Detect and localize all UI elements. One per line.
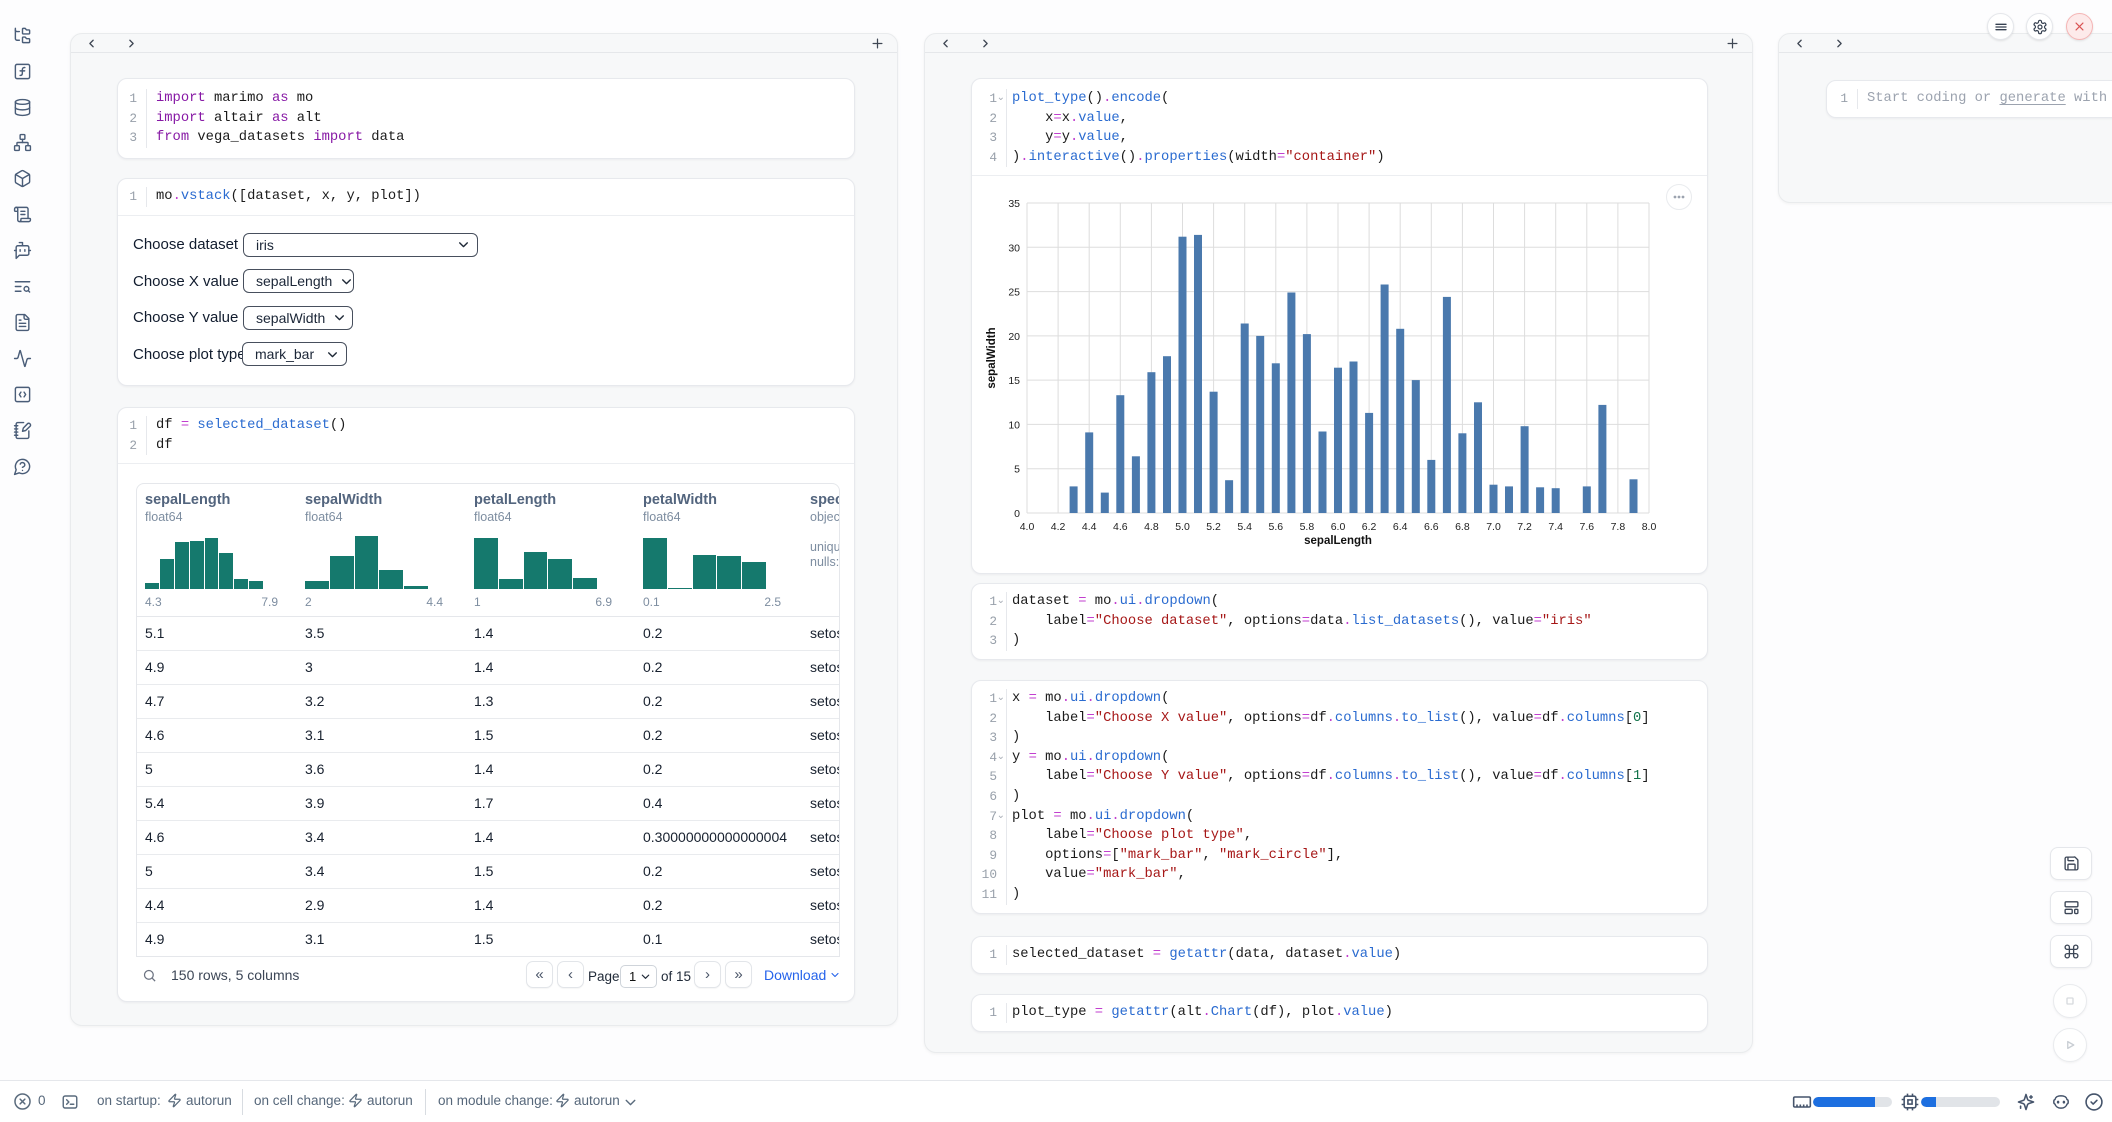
svg-text:5.8: 5.8 <box>1300 521 1315 533</box>
svg-text:7.4: 7.4 <box>1548 521 1563 533</box>
svg-text:30: 30 <box>1008 242 1020 254</box>
svg-text:5.6: 5.6 <box>1268 521 1283 533</box>
svg-text:8.0: 8.0 <box>1642 521 1657 533</box>
svg-text:6.2: 6.2 <box>1362 521 1377 533</box>
svg-text:25: 25 <box>1008 287 1020 299</box>
svg-text:4.2: 4.2 <box>1051 521 1066 533</box>
svg-text:6.6: 6.6 <box>1424 521 1439 533</box>
svg-text:5.0: 5.0 <box>1175 521 1190 533</box>
svg-text:7.6: 7.6 <box>1579 521 1594 533</box>
svg-text:20: 20 <box>1008 331 1020 343</box>
svg-text:7.8: 7.8 <box>1611 521 1626 533</box>
svg-text:4.6: 4.6 <box>1113 521 1128 533</box>
svg-text:7.2: 7.2 <box>1517 521 1532 533</box>
svg-text:6.8: 6.8 <box>1455 521 1470 533</box>
svg-text:4.0: 4.0 <box>1020 521 1035 533</box>
svg-text:0: 0 <box>1014 508 1020 520</box>
svg-text:4.8: 4.8 <box>1144 521 1159 533</box>
svg-text:sepalLength: sepalLength <box>1304 535 1372 547</box>
svg-text:5.4: 5.4 <box>1237 521 1252 533</box>
svg-text:6.0: 6.0 <box>1331 521 1346 533</box>
svg-text:6.4: 6.4 <box>1393 521 1408 533</box>
svg-text:15: 15 <box>1008 375 1020 387</box>
svg-text:5.2: 5.2 <box>1206 521 1221 533</box>
svg-text:sepalWidth: sepalWidth <box>986 327 998 388</box>
svg-text:10: 10 <box>1008 419 1020 431</box>
svg-text:4.4: 4.4 <box>1082 521 1097 533</box>
svg-text:7.0: 7.0 <box>1486 521 1501 533</box>
svg-text:5: 5 <box>1014 464 1020 476</box>
svg-text:35: 35 <box>1008 198 1020 210</box>
